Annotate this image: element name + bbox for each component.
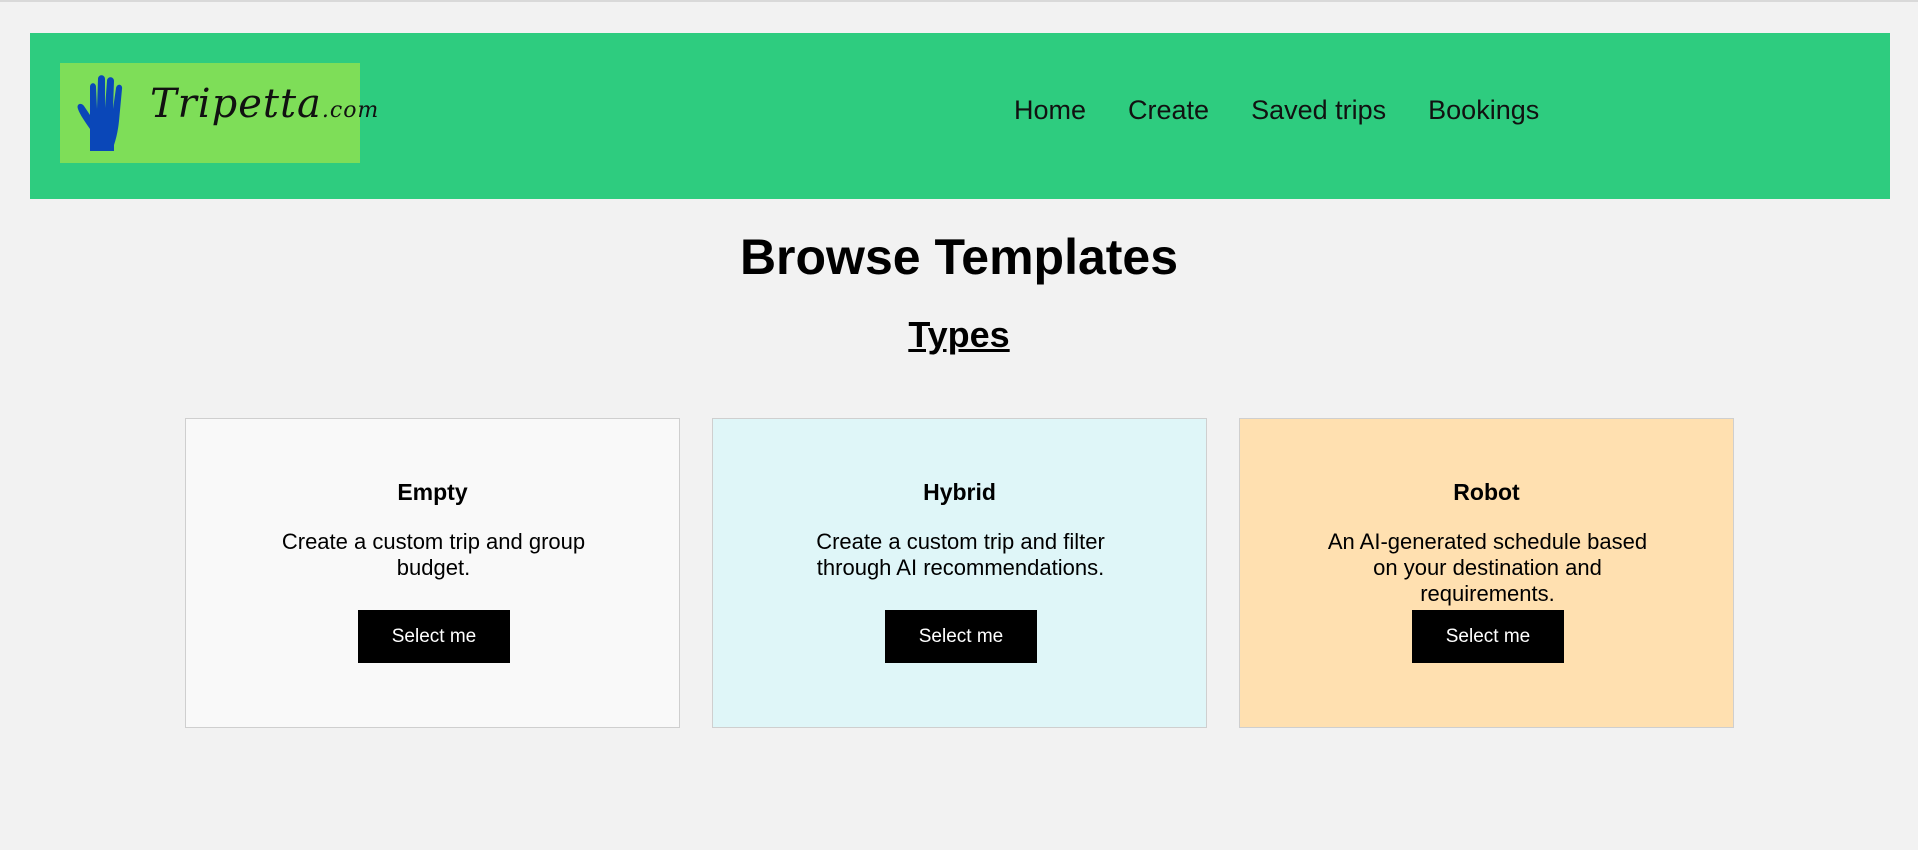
section-title: Types [908, 314, 1010, 355]
main-nav: Home Create Saved trips Bookings [1014, 95, 1581, 126]
nav-home[interactable]: Home [1014, 95, 1086, 126]
card-description: An AI-generated schedule based on your d… [1327, 529, 1648, 606]
raised-hand-icon [77, 75, 123, 151]
site-header: Tripetta.com Home Create Saved trips Boo… [30, 33, 1890, 199]
nav-saved-trips[interactable]: Saved trips [1251, 95, 1386, 126]
card-title: Hybrid [923, 479, 996, 505]
template-card-hybrid: Hybrid Create a custom trip and filter t… [712, 418, 1207, 728]
card-title: Robot [1453, 479, 1520, 505]
card-description: Create a custom trip and filter through … [816, 529, 1105, 580]
select-hybrid-button[interactable]: Select me [885, 610, 1037, 663]
card-title: Empty [397, 479, 468, 505]
nav-create[interactable]: Create [1128, 95, 1209, 126]
logo-wordmark: Tripetta.com [150, 81, 380, 127]
template-card-empty: Empty Create a custom trip and group bud… [185, 418, 680, 728]
template-card-robot: Robot An AI-generated schedule based on … [1239, 418, 1734, 728]
site-logo[interactable]: Tripetta.com [60, 63, 378, 163]
top-border [0, 0, 1918, 2]
select-robot-button[interactable]: Select me [1412, 610, 1564, 663]
nav-bookings[interactable]: Bookings [1428, 95, 1539, 126]
page-title: Browse Templates [739, 229, 1179, 285]
card-description: Create a custom trip and group budget. [281, 529, 586, 580]
select-empty-button[interactable]: Select me [358, 610, 510, 663]
